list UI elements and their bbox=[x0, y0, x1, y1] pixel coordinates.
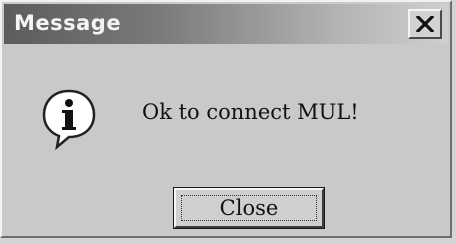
dialog-message: Ok to connect MUL! bbox=[142, 100, 359, 124]
message-dialog: Message Ok to connect MUL! Close bbox=[0, 0, 452, 238]
close-button[interactable]: Close bbox=[174, 188, 324, 228]
info-icon bbox=[42, 89, 96, 150]
close-button-label: Close bbox=[219, 196, 279, 220]
titlebar-close-button[interactable] bbox=[408, 9, 442, 39]
close-icon bbox=[416, 16, 434, 32]
title-bar[interactable]: Message bbox=[4, 4, 448, 44]
dialog-title: Message bbox=[14, 11, 122, 35]
